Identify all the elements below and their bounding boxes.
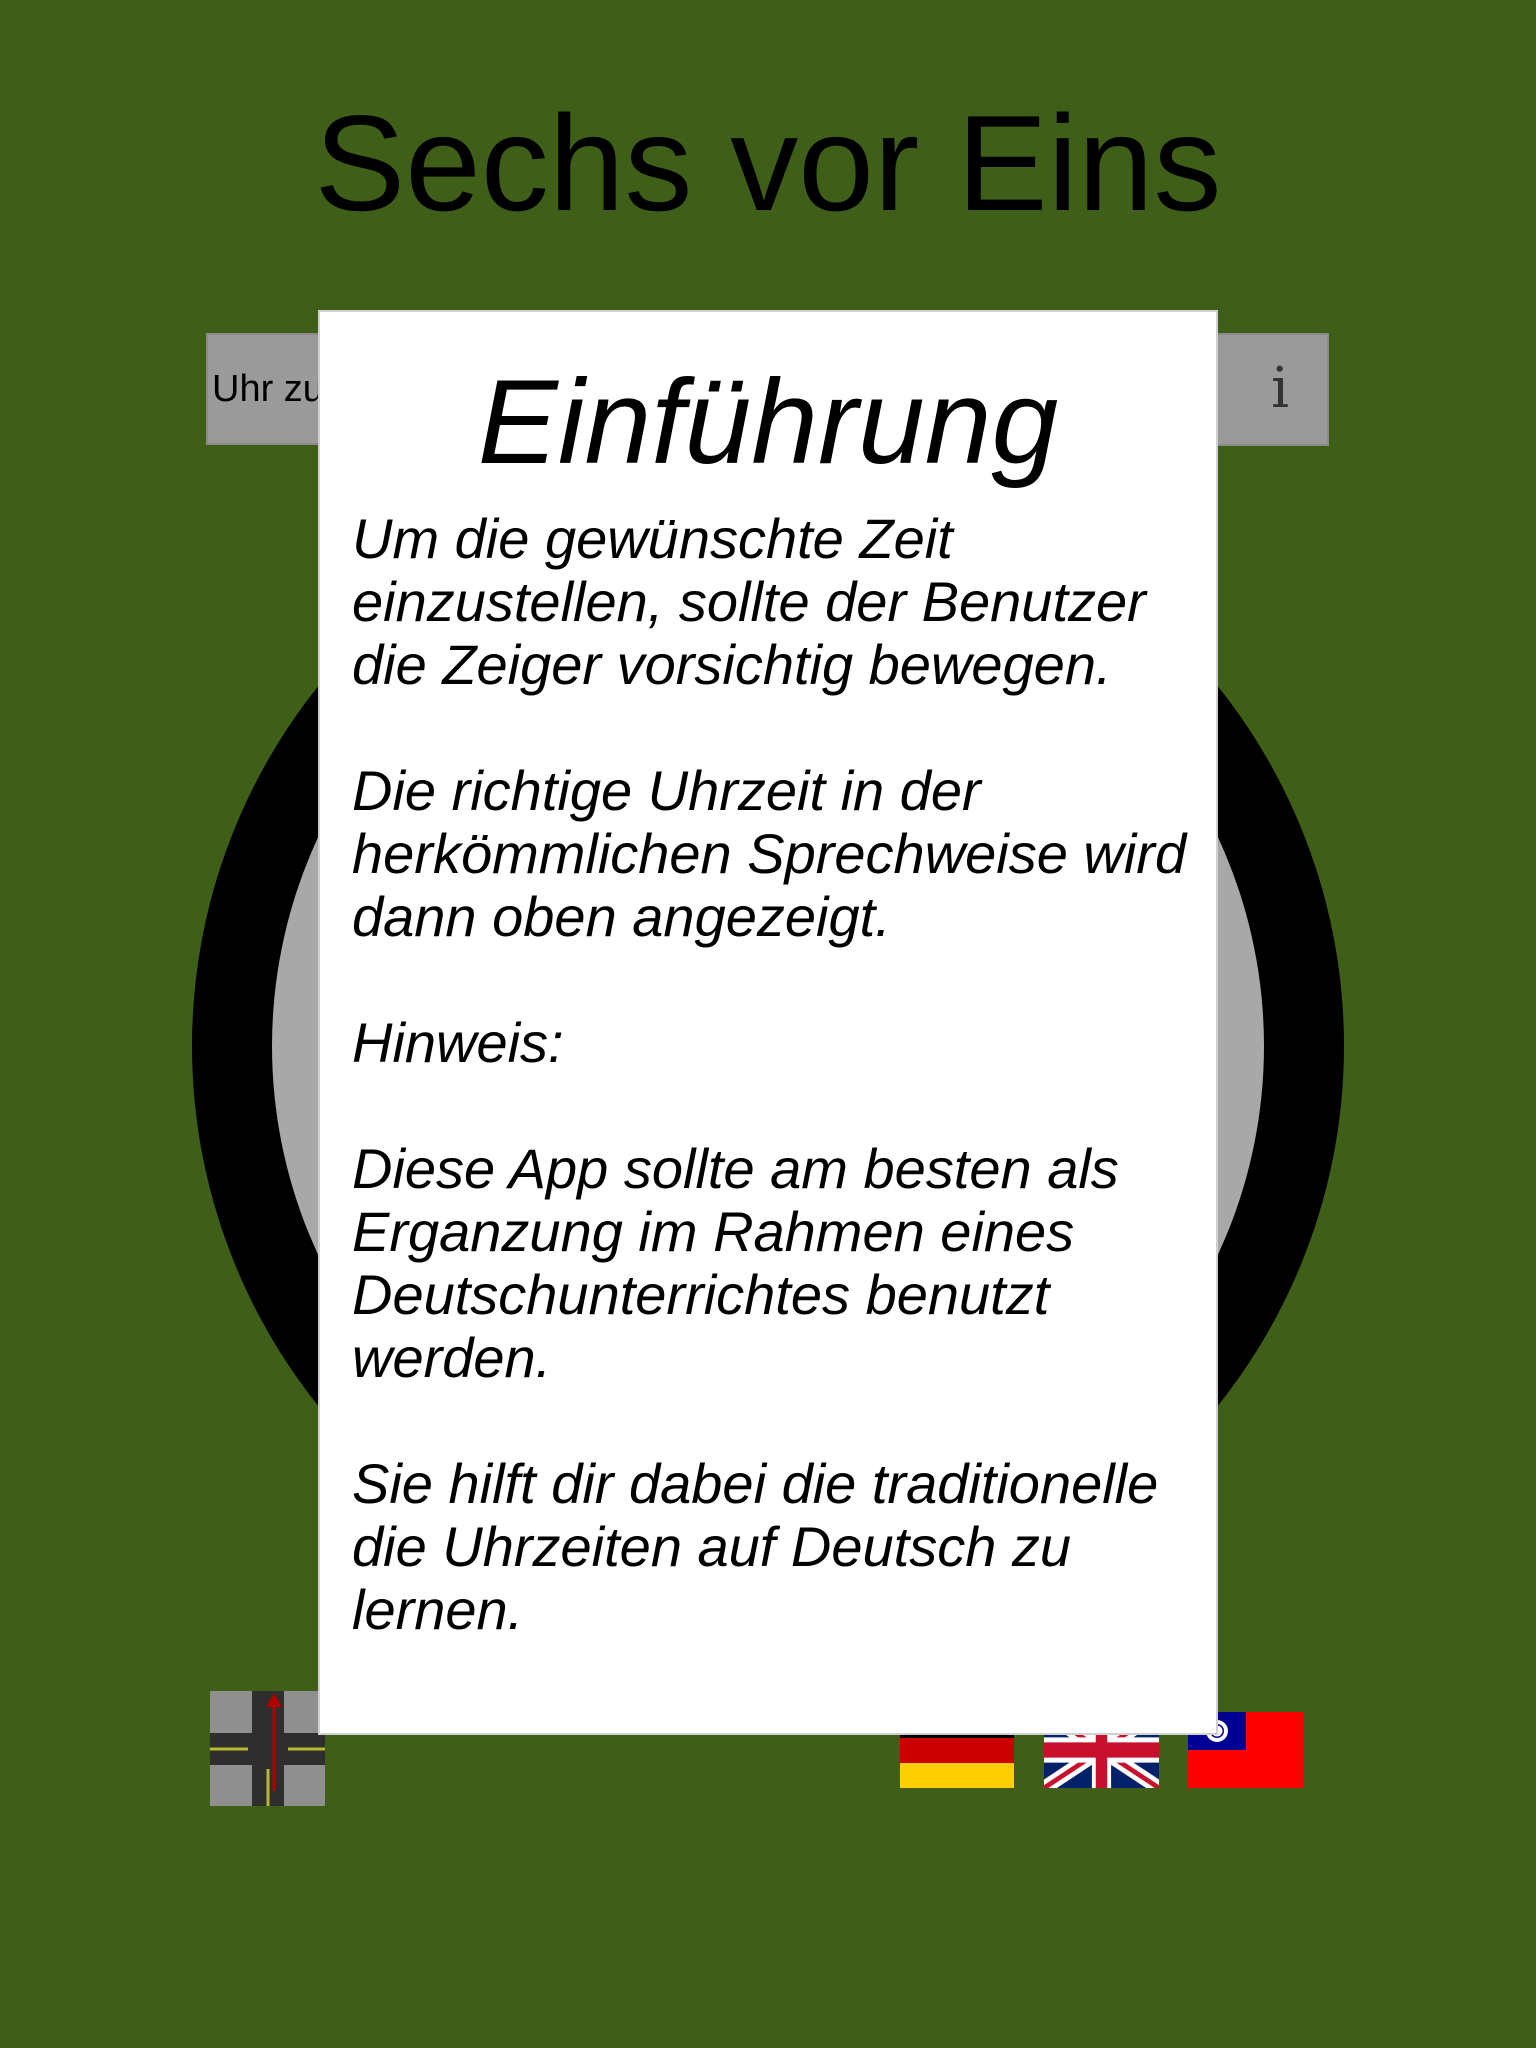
intro-dialog-body: Um die gewünschte Zeit einzustellen, sol… — [352, 507, 1202, 1704]
road-junction-icon[interactable] — [210, 1691, 325, 1806]
intro-dialog[interactable]: Einführung Um die gewünschte Zeit einzus… — [318, 310, 1218, 1735]
app-title: Sechs vor Eins — [314, 87, 1222, 239]
intro-paragraph: Hinweis: — [352, 1011, 564, 1074]
intro-paragraph: Diese App sollte am besten als Erganzung… — [352, 1137, 1119, 1389]
intro-dialog-title: Einführung — [477, 355, 1059, 489]
intro-paragraph: Sie hilft dir dabei die traditionelle di… — [352, 1452, 1159, 1641]
intro-paragraph: Die richtige Uhrzeit in der herkömmliche… — [352, 759, 1187, 948]
road-junction-svg — [210, 1691, 325, 1806]
intro-paragraph: Um die gewünschte Zeit einzustellen, sol… — [352, 507, 1146, 696]
